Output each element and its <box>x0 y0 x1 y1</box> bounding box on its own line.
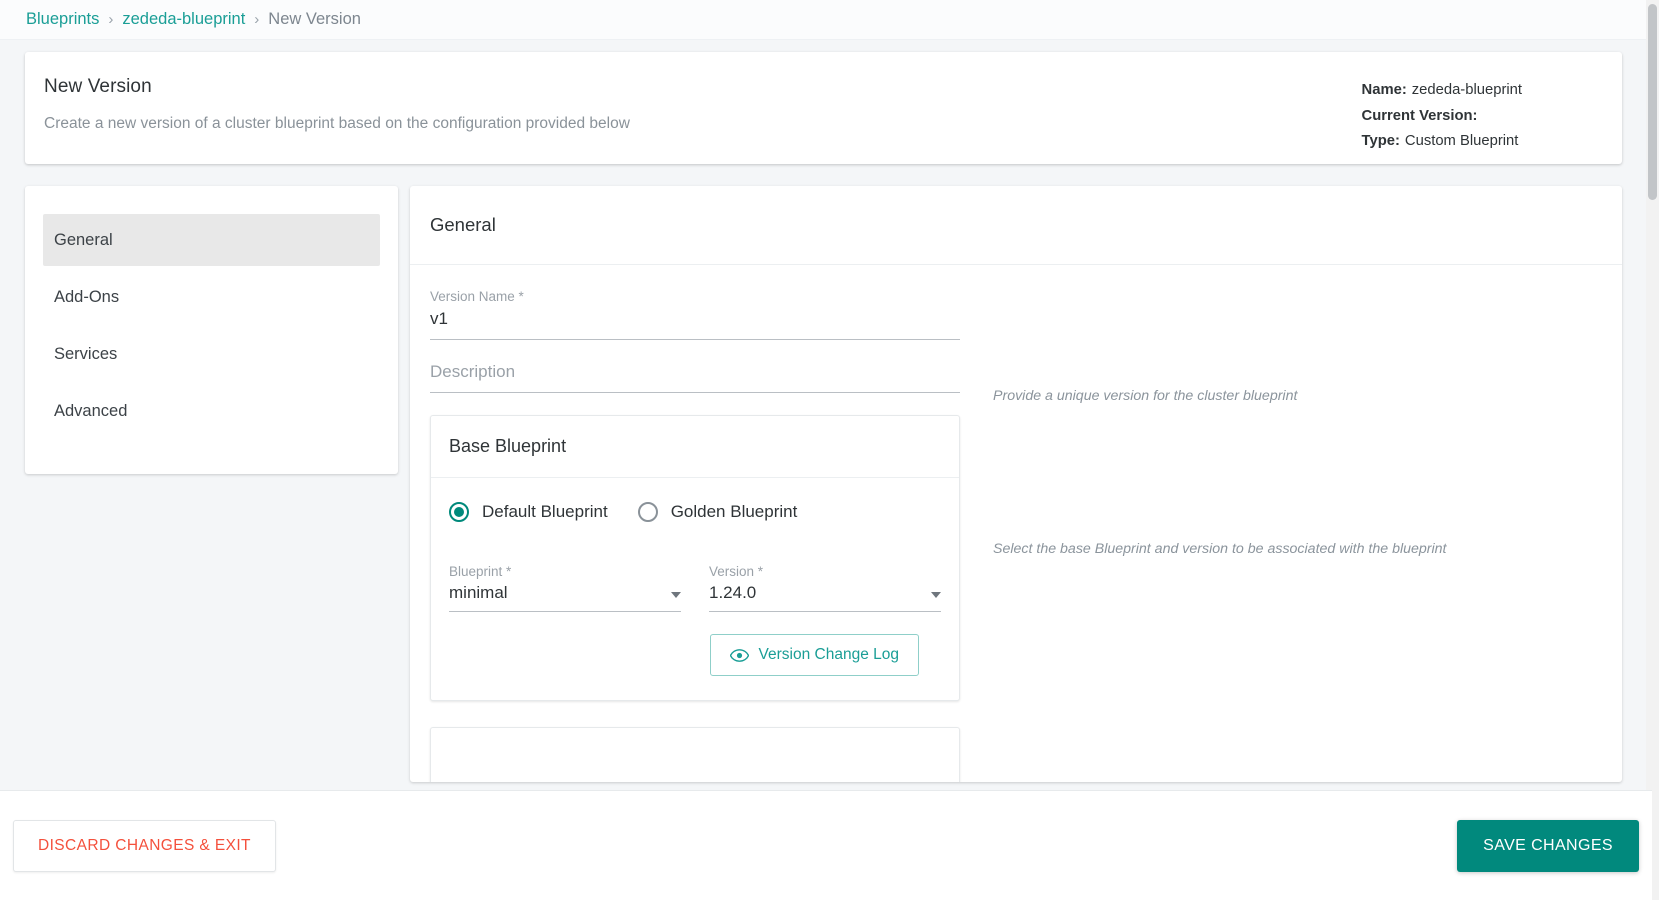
version-name-field: Version Name * v1 <box>430 289 960 340</box>
sidebar-item-label: Advanced <box>54 401 128 420</box>
blueprint-type-radio-group: Default Blueprint Golden Blueprint <box>449 502 941 522</box>
base-blueprint-title: Base Blueprint <box>431 416 959 478</box>
settings-nav-card: General Add-Ons Services Advanced <box>25 186 398 474</box>
sidebar-item-advanced[interactable]: Advanced <box>43 385 380 437</box>
version-select-label: Version * <box>709 564 764 579</box>
changelog-button-wrap: Version Change Log <box>449 634 941 676</box>
version-change-log-label: Version Change Log <box>758 646 899 663</box>
description-field: Description <box>430 362 960 393</box>
meta-value-type: Custom Blueprint <box>1404 133 1519 149</box>
version-change-log-button[interactable]: Version Change Log <box>709 634 919 676</box>
page-title: New Version <box>44 76 152 97</box>
page-scrollbar-thumb[interactable] <box>1648 4 1657 200</box>
version-name-hint: Provide a unique version for the cluster… <box>993 388 1298 404</box>
next-section-card <box>430 727 960 782</box>
base-blueprint-hint: Select the base Blueprint and version to… <box>993 541 1447 557</box>
radio-label-golden-blueprint: Golden Blueprint <box>670 502 798 521</box>
version-select-value: 1.24.0 <box>709 583 757 602</box>
section-title: General <box>410 186 1622 265</box>
base-blueprint-card: Base Blueprint Default Blueprint Golden … <box>430 415 960 701</box>
description-input[interactable]: Description <box>430 362 960 393</box>
radio-checked-icon <box>449 502 469 522</box>
blueprint-meta-panel: Name: zededa-blueprint Current Version: T… <box>1362 52 1622 164</box>
sidebar-item-label: Services <box>54 344 118 363</box>
breadcrumb: Blueprints › zededa-blueprint › New Vers… <box>0 0 1652 40</box>
save-changes-button[interactable]: SAVE CHANGES <box>1457 819 1639 872</box>
meta-row-current-version: Current Version: <box>1362 104 1522 130</box>
base-blueprint-body: Default Blueprint Golden Blueprint Bluep… <box>431 478 959 700</box>
sidebar-item-general[interactable]: General <box>43 214 380 266</box>
version-name-input[interactable]: v1 <box>430 309 960 340</box>
version-name-label: Version Name * <box>430 289 524 304</box>
chevron-down-icon <box>931 592 941 598</box>
sidebar-item-label: General <box>54 230 113 249</box>
meta-row-name: Name: zededa-blueprint <box>1362 78 1522 104</box>
sidebar-item-label: Add-Ons <box>54 287 120 306</box>
page-root: Blueprints › zededa-blueprint › New Vers… <box>0 0 1659 900</box>
meta-label-type: Type: <box>1361 133 1400 149</box>
meta-row-type: Type: Custom Blueprint <box>1362 129 1522 155</box>
version-select[interactable]: 1.24.0 <box>709 583 941 612</box>
eye-icon <box>729 648 749 662</box>
breadcrumb-item-zededa-blueprint[interactable]: zededa-blueprint <box>122 10 245 29</box>
radio-label-default-blueprint: Default Blueprint <box>482 502 608 521</box>
form-action-bar: DISCARD CHANGES & EXIT SAVE CHANGES <box>0 790 1652 900</box>
general-form: Version Name * v1 Description Provide a … <box>410 265 1622 782</box>
breadcrumb-item-blueprints[interactable]: Blueprints <box>26 10 99 29</box>
blueprint-version-selects: Blueprint * minimal Version * 1.24.0 <box>449 564 941 612</box>
header-text-block: New Version Create a new version of a cl… <box>25 52 630 164</box>
radio-default-blueprint[interactable]: Default Blueprint <box>449 502 608 522</box>
breadcrumb-item-new-version: New Version <box>268 10 361 28</box>
radio-unchecked-icon <box>637 502 658 522</box>
chevron-down-icon <box>671 592 681 598</box>
blueprint-select[interactable]: minimal <box>449 583 681 612</box>
general-settings-card: General Version Name * v1 Description Pr… <box>410 186 1622 782</box>
discard-changes-button[interactable]: DISCARD CHANGES & EXIT <box>13 819 276 872</box>
sidebar-item-add-ons[interactable]: Add-Ons <box>43 271 380 323</box>
page-subtitle: Create a new version of a cluster bluepr… <box>44 115 630 132</box>
sidebar-item-services[interactable]: Services <box>43 328 380 380</box>
breadcrumb-separator-icon: › <box>254 11 260 28</box>
blueprint-select-label: Blueprint * <box>449 564 512 579</box>
page-scrollbar-track[interactable] <box>1646 0 1659 900</box>
version-select-field: Version * 1.24.0 <box>709 564 941 612</box>
blueprint-select-field: Blueprint * minimal <box>449 564 681 612</box>
meta-value-name: zededa-blueprint <box>1411 82 1522 98</box>
breadcrumb-separator-icon: › <box>108 11 114 28</box>
blueprint-select-value: minimal <box>449 583 508 602</box>
header-card: New Version Create a new version of a cl… <box>25 52 1622 164</box>
meta-label-name: Name: <box>1361 82 1407 98</box>
radio-golden-blueprint[interactable]: Golden Blueprint <box>637 502 798 522</box>
meta-label-current-version: Current Version: <box>1361 107 1478 124</box>
